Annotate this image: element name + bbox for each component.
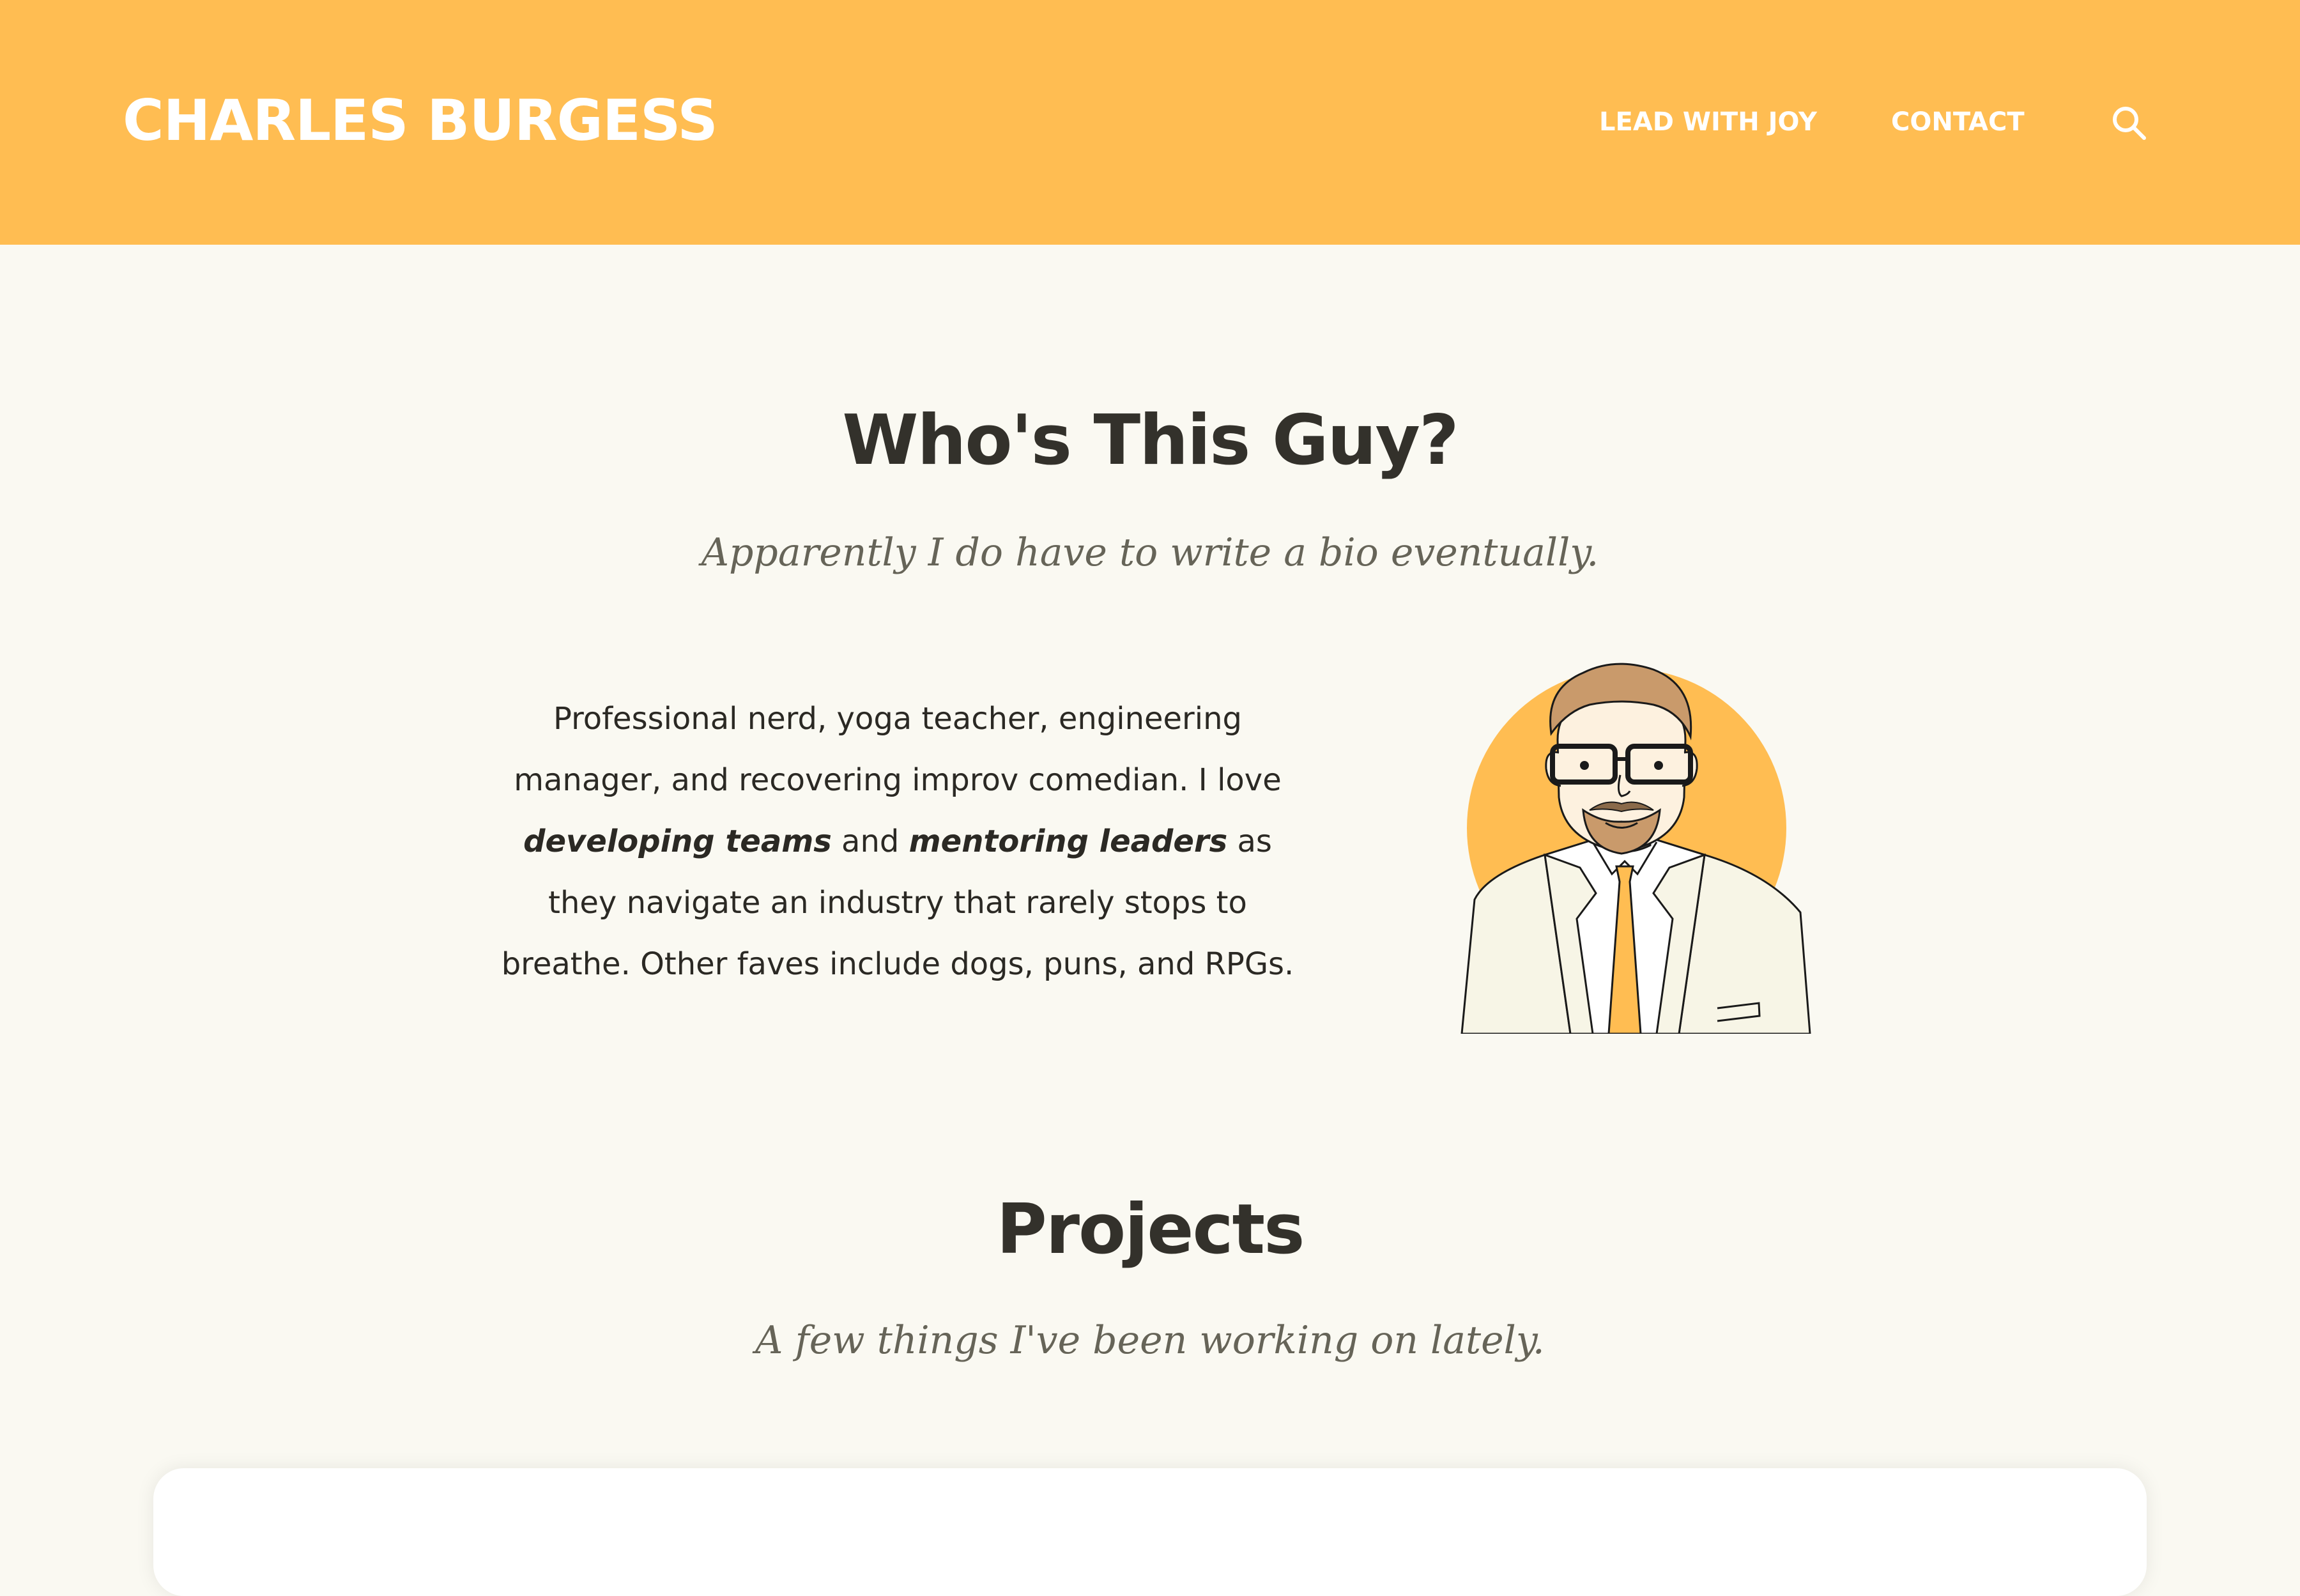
- bio-emphasis-developing-teams: developing teams: [523, 824, 832, 859]
- about-subtitle: Apparently I do have to write a bio even…: [701, 530, 1599, 575]
- projects-subtitle: A few things I've been working on lately…: [755, 1318, 1545, 1363]
- search-icon: [2113, 107, 2146, 140]
- bio-text-part-1: Professional nerd, yoga teacher, enginee…: [514, 701, 1282, 798]
- projects-title: Projects: [996, 1190, 1305, 1270]
- about-title: Who's This Guy?: [842, 401, 1459, 480]
- project-card[interactable]: [153, 1468, 2147, 1596]
- portrait-illustration: [1449, 650, 1820, 1034]
- bio-text-part-2: and: [831, 824, 909, 859]
- nav-link-contact[interactable]: CONTACT: [1891, 106, 2025, 138]
- site-header: CHARLES BURGESS LEAD WITH JOY CONTACT: [0, 0, 2300, 245]
- bio-text: Professional nerd, yoga teacher, enginee…: [492, 688, 1303, 995]
- nav-link-lead-with-joy[interactable]: LEAD WITH JOY: [1599, 106, 1817, 138]
- site-title-link[interactable]: CHARLES BURGESS: [123, 86, 718, 156]
- portrait-svg: [1460, 663, 1811, 1034]
- bio-emphasis-mentoring-leaders: mentoring leaders: [908, 824, 1228, 859]
- search-button[interactable]: [2108, 102, 2149, 143]
